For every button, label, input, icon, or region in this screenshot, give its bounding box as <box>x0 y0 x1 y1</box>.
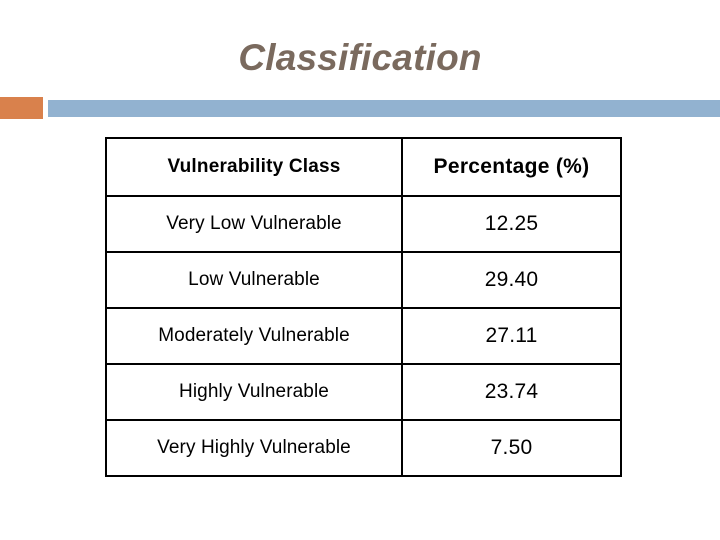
vulnerability-classification-table: Vulnerability Class Percentage (%) Very … <box>105 137 622 477</box>
column-header-vulnerability-class: Vulnerability Class <box>105 137 403 197</box>
page-title: Classification <box>238 37 482 78</box>
table-row: Very Highly Vulnerable 7.50 <box>105 419 622 477</box>
cell-percentage: 7.50 <box>401 419 622 477</box>
cell-percentage: 23.74 <box>401 363 622 421</box>
cell-vulnerability-class: Very Highly Vulnerable <box>105 419 403 477</box>
cell-vulnerability-class: Highly Vulnerable <box>105 363 403 421</box>
cell-vulnerability-class: Very Low Vulnerable <box>105 195 403 253</box>
banner-rule <box>48 100 720 117</box>
table-row: Low Vulnerable 29.40 <box>105 251 622 309</box>
column-header-percentage: Percentage (%) <box>401 137 622 197</box>
banner-accent-block <box>0 97 43 119</box>
cell-vulnerability-class: Low Vulnerable <box>105 251 403 309</box>
header-banner <box>0 97 720 119</box>
table-row: Very Low Vulnerable 12.25 <box>105 195 622 253</box>
cell-percentage: 27.11 <box>401 307 622 365</box>
cell-percentage: 12.25 <box>401 195 622 253</box>
cell-vulnerability-class: Moderately Vulnerable <box>105 307 403 365</box>
table-row: Moderately Vulnerable 27.11 <box>105 307 622 365</box>
cell-percentage: 29.40 <box>401 251 622 309</box>
table-row: Highly Vulnerable 23.74 <box>105 363 622 421</box>
table-header-row: Vulnerability Class Percentage (%) <box>105 137 622 197</box>
